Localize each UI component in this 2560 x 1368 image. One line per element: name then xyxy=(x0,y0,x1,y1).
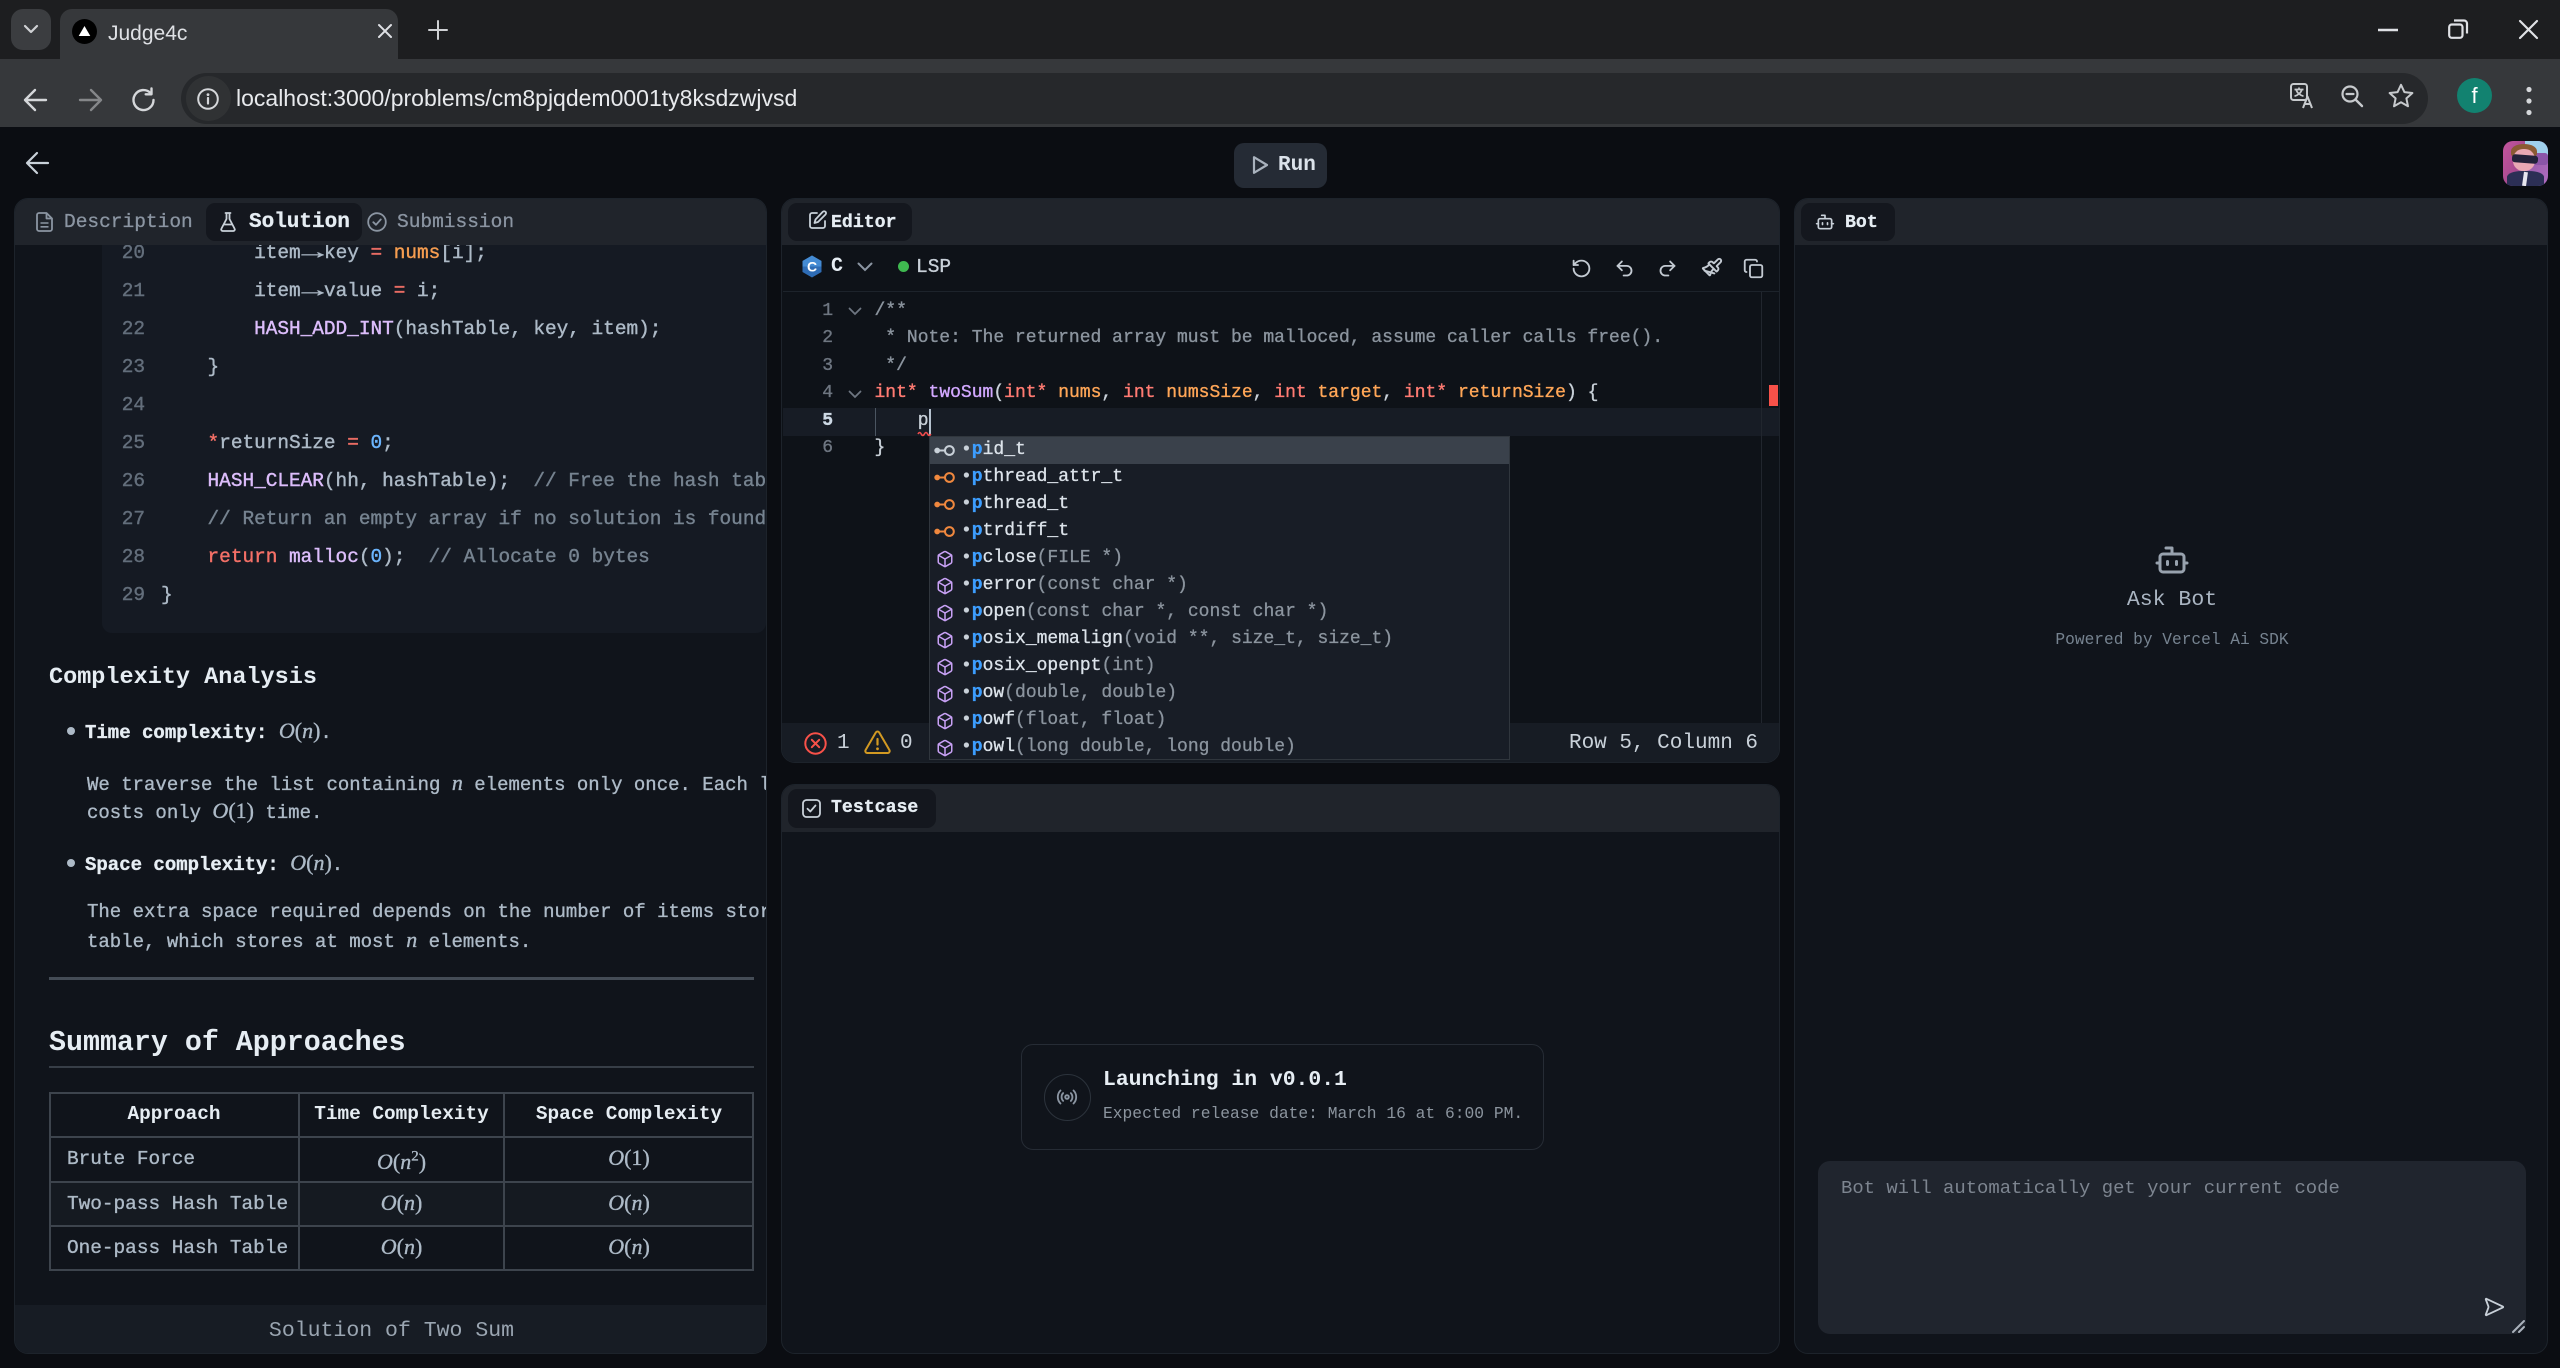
svg-text:C: C xyxy=(807,259,817,275)
